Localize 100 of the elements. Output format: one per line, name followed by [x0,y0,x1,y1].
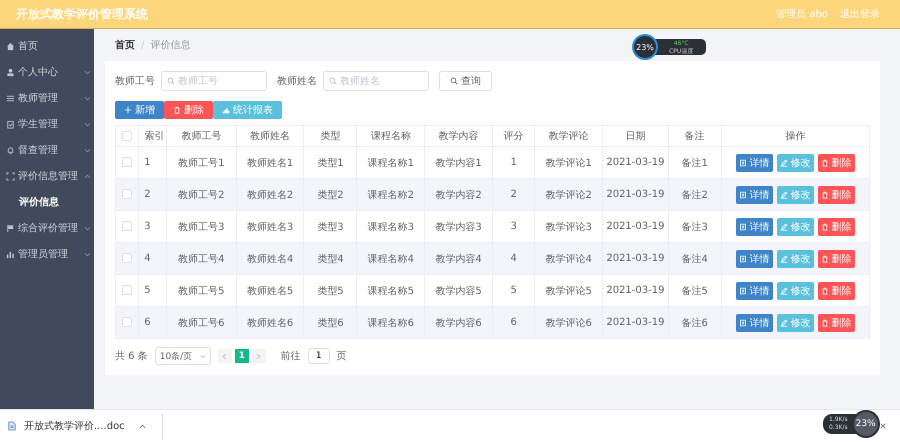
chevron-left-icon [222,352,228,360]
trash-icon [821,222,830,230]
select-all-checkbox[interactable] [122,130,132,141]
page-input[interactable]: 1 [308,348,330,364]
table-cell: 教学评论2 [546,190,592,200]
table-cell: 备注3 [682,222,708,232]
query-button[interactable]: 查询 [439,71,492,91]
trash-icon [821,190,830,198]
caret-icon[interactable] [138,424,146,428]
document-icon [8,421,16,431]
breadcrumb-link[interactable]: 首页 [115,38,135,52]
row-checkbox[interactable] [122,221,132,232]
detail-button[interactable]: 详情 [736,282,773,300]
search-field[interactable]: 教师工号 [161,71,267,91]
edit-button[interactable]: 修改 [776,314,814,332]
table-cell: 教师姓名3 [246,222,294,232]
table-cell: 2 [144,189,151,200]
document-icon [739,286,748,294]
delete-button[interactable]: 删除 [818,282,855,300]
table-cell: 6 [510,317,517,328]
row-checkbox[interactable] [122,189,132,200]
column-header: 教师工号 [181,131,222,142]
sidebar-item[interactable]: 督查管理 [0,137,94,163]
sidebar-item[interactable]: 学生管理 [0,111,94,137]
detail-button[interactable]: 详情 [736,314,773,332]
page-suffix: 页 [336,350,347,363]
sidebar-item[interactable]: 管理员管理 [0,241,94,267]
trash-icon [821,158,830,166]
add-button[interactable]: 新增 [115,101,164,119]
table-cell: 教师姓名1 [246,158,294,168]
sidebar-item[interactable]: 教师管理 [0,85,94,111]
previous-page-button[interactable] [218,349,232,363]
sidebar-item[interactable]: 综合评价管理 [0,215,94,241]
next-page-button[interactable] [252,349,266,363]
column-header: 索引 [144,131,164,142]
home-icon [6,42,15,50]
table-cell: 教师工号5 [178,286,224,296]
field-label: 教师姓名 [277,75,317,88]
row-checkbox[interactable] [122,285,132,296]
document-icon [739,318,748,326]
column-header: 类型 [320,131,340,142]
edit-button[interactable]: 修改 [776,282,814,300]
table-cell: 2021-03-19 [606,317,664,328]
user-label: 管理员 abo [776,8,828,21]
delete-button[interactable]: 删除 [818,154,855,172]
report-button[interactable]: 统计报表 [213,101,282,119]
trash-icon [821,318,830,326]
bar-chart-icon [6,250,15,258]
edit-button[interactable]: 修改 [776,186,814,204]
table-cell: 2021-03-19 [606,189,664,200]
frame-icon [6,172,15,180]
row-checkbox[interactable] [122,157,132,168]
detail-button[interactable]: 详情 [736,218,773,236]
page-button[interactable]: 1 [234,349,249,363]
sidebar-subitem[interactable]: 评价信息 [0,189,94,215]
list-icon [6,94,15,102]
pencil-icon [780,158,788,166]
detail-button[interactable]: 详情 [736,250,773,268]
delete-button[interactable]: 删除 [818,314,855,332]
table-cell: 教师姓名5 [246,286,294,296]
pencil-icon [780,190,788,198]
close-icon[interactable] [880,423,886,429]
table-cell: 3 [144,221,151,232]
delete-button[interactable]: 删除 [818,186,855,204]
person-icon [6,68,15,76]
table-cell: 类型6 [317,318,344,328]
pencil-icon [780,286,788,294]
table-cell: 类型2 [317,190,344,200]
document-icon [739,222,748,230]
column-header: 教学评论 [548,131,589,142]
edit-button[interactable]: 修改 [776,250,814,268]
detail-button[interactable]: 详情 [736,154,773,172]
search-field[interactable]: 教师姓名 [323,71,429,91]
table-cell: 教学评论4 [546,254,592,264]
table-cell: 4 [510,253,517,264]
download-file-name[interactable]: 开放式教学评价....doc [24,419,125,433]
table-cell: 课程名称3 [368,222,414,232]
table-cell: 教学内容4 [435,254,482,264]
table-cell: 4 [144,253,151,264]
table-cell: 课程名称6 [368,318,414,328]
field-label: 教师工号 [115,75,155,88]
delete-button[interactable]: 删除 [164,101,213,119]
document-icon [739,158,748,166]
sidebar-item[interactable]: 首页 [0,33,94,59]
detail-button[interactable]: 详情 [736,186,773,204]
page-size-select[interactable]: 10条/页 [154,347,211,365]
edit-button[interactable]: 修改 [776,154,814,172]
edit-button[interactable]: 修改 [776,218,814,236]
delete-button[interactable]: 删除 [818,250,855,268]
sidebar-item[interactable]: 评价信息管理 [0,163,94,189]
table-cell: 2021-03-19 [606,157,664,168]
delete-button[interactable]: 删除 [818,218,855,236]
table-cell: 教师工号4 [178,254,224,264]
table-cell: 教师工号6 [178,318,224,328]
document-icon [739,254,748,262]
row-checkbox[interactable] [122,317,132,328]
sidebar-item[interactable]: 个人中心 [0,59,94,85]
table-cell: 5 [144,285,151,296]
row-checkbox[interactable] [122,253,132,264]
table-cell: 教学内容6 [435,318,482,328]
